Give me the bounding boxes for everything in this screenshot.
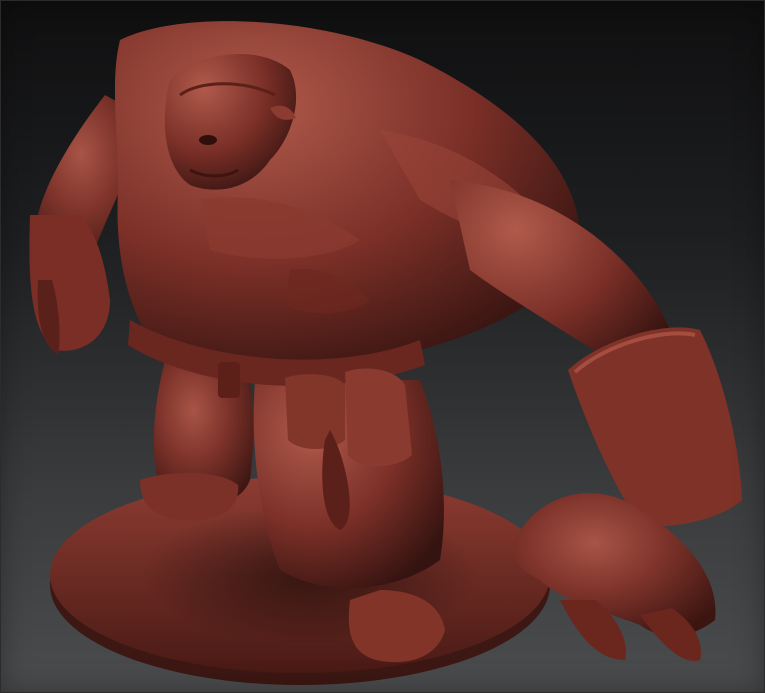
- sculpt-render[interactable]: [0, 0, 765, 693]
- 3d-viewport[interactable]: [0, 0, 765, 693]
